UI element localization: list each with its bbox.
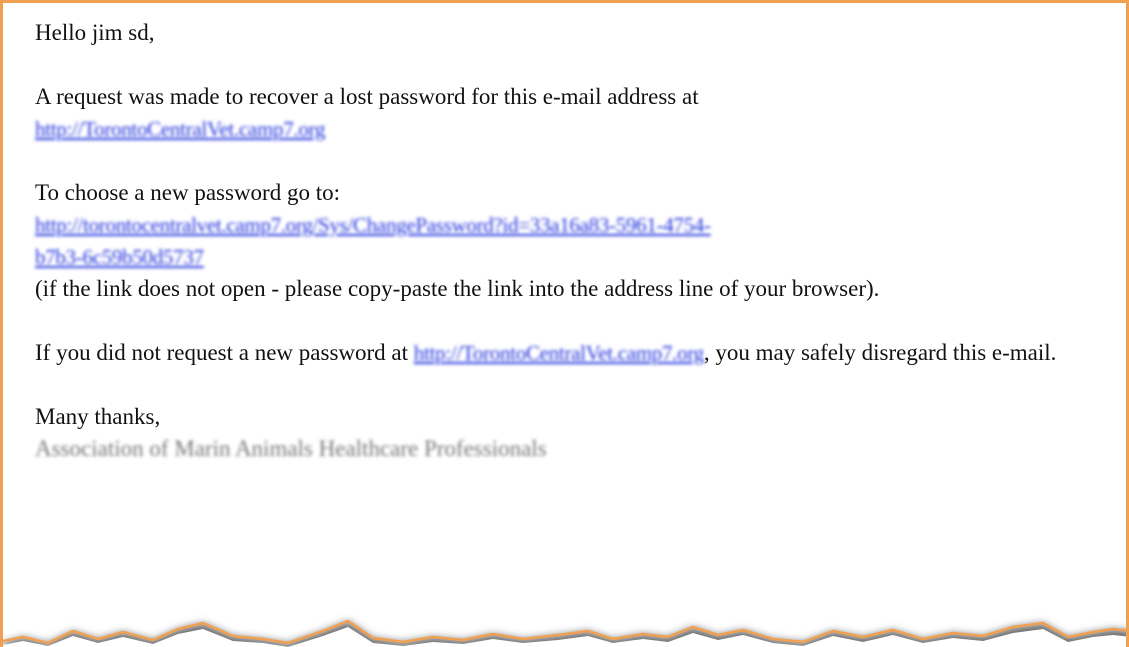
disregard-text-before: If you did not request a new password at — [35, 340, 409, 365]
disregard-text-after: , you may safely disregard this e-mail. — [703, 340, 1057, 365]
new-password-instruction: To choose a new password go to: — [35, 180, 340, 205]
change-password-link-line1: http://torontocentralvet.camp7.org/Sys/C… — [35, 213, 711, 237]
closing-text: Many thanks, — [35, 404, 161, 429]
greeting-paragraph: Hello jim sd, — [35, 17, 1105, 49]
email-frame: Hello jim sd, A request was made to reco… — [0, 0, 1129, 647]
change-password-link-line2: b7b3-6c59b50d5737 — [35, 245, 204, 269]
recovery-request-text: A request was made to recover a lost pas… — [35, 84, 699, 109]
copy-paste-note: (if the link does not open - please copy… — [35, 276, 880, 301]
site-link-secondary[interactable]: http://TorontoCentralVet.camp7.org — [414, 341, 704, 365]
recovery-request-paragraph: A request was made to recover a lost pas… — [35, 81, 1105, 145]
change-password-link[interactable]: http://torontocentralvet.camp7.org/Sys/C… — [35, 213, 711, 269]
email-body: Hello jim sd, A request was made to reco… — [35, 17, 1105, 465]
site-link[interactable]: http://TorontoCentralVet.camp7.org — [35, 117, 325, 141]
new-password-paragraph: To choose a new password go to: http://t… — [35, 177, 1105, 305]
closing-paragraph: Many thanks, Association of Marin Animal… — [35, 401, 1105, 465]
greeting-text: Hello jim sd, — [35, 20, 155, 45]
signature-text: Association of Marin Animals Healthcare … — [35, 436, 547, 461]
disregard-paragraph: If you did not request a new password at… — [35, 337, 1105, 369]
